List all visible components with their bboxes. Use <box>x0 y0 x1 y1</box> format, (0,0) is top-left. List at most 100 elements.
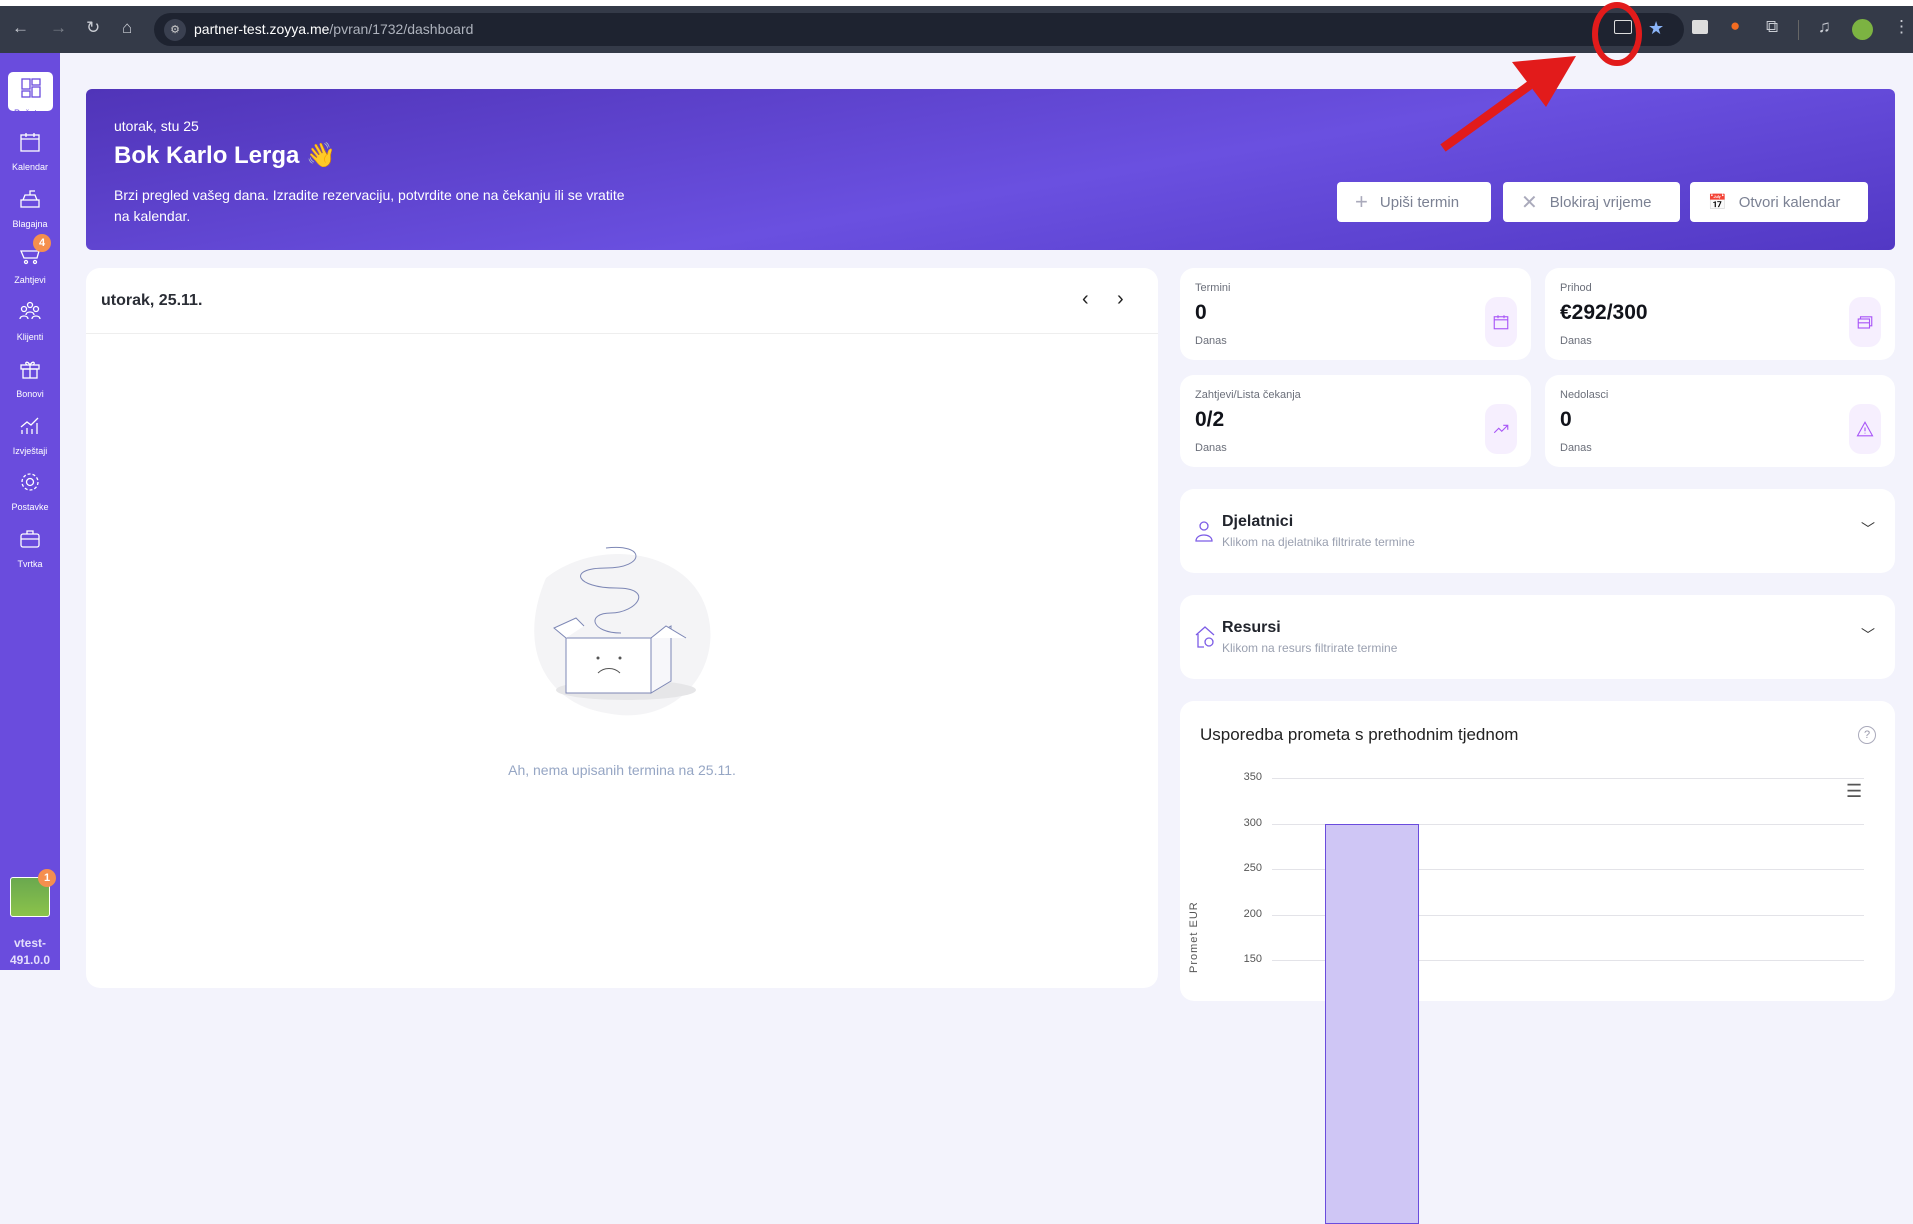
day-schedule-card: utorak, 25.11. ‹ › Ah, nema upisanih ter… <box>86 268 1158 988</box>
site-settings-icon[interactable]: ⚙ <box>164 19 186 41</box>
chart-plot: 150 200 250 300 350 <box>1180 701 1895 1224</box>
sidebar-item-izvjestaji[interactable]: Izvještaji <box>0 414 60 456</box>
stat-subtitle: Danas <box>1560 442 1592 454</box>
hero-description: Brzi pregled vašeg dana. Izradite rezerv… <box>114 185 625 227</box>
hero-date: utorak, stu 25 <box>114 118 199 134</box>
greeting-text: Bok Karlo Lerga <box>114 142 300 169</box>
stat-title: Nedolasci <box>1560 389 1609 401</box>
extensions-puzzle-icon[interactable]: ⧉ <box>1766 17 1778 37</box>
settings-icon <box>21 473 39 491</box>
sidebar-item-label: Izvještaji <box>12 446 48 456</box>
stat-card-prihod: Prihod €292/300 Danas <box>1545 268 1895 360</box>
url-text[interactable]: partner-test.zoyya.me/pvran/1732/dashboa… <box>194 21 473 37</box>
version-line: 491.0.0 <box>9 953 51 967</box>
calendar-icon <box>1485 297 1517 347</box>
stat-card-zahtjevi: Zahtjevi/Lista čekanja 0/2 Danas <box>1180 375 1531 467</box>
revenue-chart-card: Usporedba prometa s prethodnim tjednom ?… <box>1180 701 1895 1224</box>
home-icon[interactable]: ⌂ <box>122 18 132 38</box>
bookmark-star-icon[interactable]: ★ <box>1648 18 1664 39</box>
profile-avatar[interactable] <box>1852 19 1873 40</box>
sidebar-item-label: Klijenti <box>16 332 44 342</box>
sidebar-item-tvrtka[interactable]: Tvrtka <box>0 527 60 569</box>
cash-register-icon <box>20 190 40 208</box>
add-appointment-button[interactable]: + Upiši termin <box>1337 182 1491 222</box>
stat-value: €292/300 <box>1560 301 1648 324</box>
stat-subtitle: Danas <box>1195 442 1227 454</box>
stat-value: 0 <box>1195 301 1207 324</box>
sidebar-item-label: Bonovi <box>16 389 44 399</box>
empty-box-illustration <box>534 546 711 716</box>
version-label: vtest- 491.0.0 <box>0 935 60 969</box>
stat-title: Prihod <box>1560 282 1592 294</box>
plus-icon: + <box>1355 189 1368 214</box>
panel-subtitle: Klikom na djelatnika filtrirate termine <box>1222 535 1415 549</box>
trend-up-icon <box>1485 404 1517 454</box>
button-label: Blokiraj vrijeme <box>1549 193 1652 211</box>
avatar-badge: 1 <box>38 869 56 887</box>
welcome-banner: utorak, stu 25 Bok Karlo Lerga 👋 Brzi pr… <box>86 89 1895 250</box>
hero-greeting: Bok Karlo Lerga 👋 <box>114 141 336 170</box>
media-control-icon[interactable]: ♫ <box>1818 17 1831 37</box>
y-tick-label: 250 <box>1243 862 1262 874</box>
back-icon[interactable]: ← <box>12 18 29 38</box>
chevron-down-icon[interactable]: ﹀ <box>1861 519 1875 539</box>
menu-dots-icon[interactable]: ⋮ <box>1893 17 1910 37</box>
notification-badge: 4 <box>33 234 51 252</box>
stat-title: Termini <box>1195 282 1231 294</box>
calendar-icon: 📅 <box>1708 194 1727 211</box>
forward-icon[interactable]: → <box>50 18 67 38</box>
reports-icon <box>20 417 39 434</box>
sidebar-item-blagajna[interactable]: Blagajna <box>0 187 60 229</box>
sidebar-item-pocetna[interactable]: Početna <box>8 72 53 118</box>
url-host: partner-test.zoyya.me <box>194 21 330 37</box>
sidebar-item-klijenti[interactable]: Klijenti <box>0 300 60 342</box>
resource-house-icon <box>1195 626 1215 648</box>
staff-panel[interactable]: Djelatnici Klikom na djelatnika filtrirat… <box>1180 489 1895 573</box>
warning-icon <box>1849 404 1881 454</box>
cash-icon <box>1849 297 1881 347</box>
prev-day-button[interactable]: ‹ <box>1082 288 1089 311</box>
extension-icon[interactable]: ● <box>1730 16 1740 36</box>
y-tick-label: 200 <box>1243 907 1262 920</box>
user-icon <box>1195 521 1213 542</box>
stat-subtitle: Danas <box>1195 335 1227 347</box>
version-line: vtest- <box>13 936 46 950</box>
sidebar-item-label: Postavke <box>11 502 49 512</box>
url-path: /pvran/1732/dashboard <box>329 21 474 37</box>
reload-icon[interactable]: ↻ <box>86 18 100 38</box>
tab-search-icon[interactable] <box>1692 20 1708 34</box>
stat-title: Zahtjevi/Lista čekanja <box>1195 389 1301 401</box>
address-bar[interactable]: ⚙ partner-test.zoyya.me/pvran/1732/dashb… <box>154 13 1684 46</box>
chevron-down-icon[interactable]: ﹀ <box>1861 625 1875 645</box>
briefcase-icon <box>20 530 40 548</box>
bar[interactable] <box>1325 823 1419 1224</box>
gift-icon <box>20 361 40 379</box>
block-time-button[interactable]: ✕ Blokiraj vrijeme <box>1503 182 1680 222</box>
browser-toolbar: ← → ↻ ⌂ ⚙ partner-test.zoyya.me/pvran/17… <box>0 6 1913 53</box>
stat-subtitle: Danas <box>1560 335 1592 347</box>
divider <box>86 333 1158 334</box>
install-app-icon[interactable] <box>1614 20 1632 34</box>
sidebar-item-zahtjevi[interactable]: Zahtjevi 4 <box>0 234 60 285</box>
y-tick-label: 300 <box>1243 816 1262 829</box>
day-title: utorak, 25.11. <box>101 292 203 309</box>
open-calendar-button[interactable]: 📅 Otvori kalendar <box>1690 182 1868 222</box>
empty-state-text: Ah, nema upisanih termina na 25.11. <box>508 762 736 778</box>
next-day-button[interactable]: › <box>1117 288 1124 311</box>
sidebar-item-label: Kalendar <box>11 162 49 172</box>
sidebar-item-bonovi[interactable]: Bonovi <box>0 357 60 399</box>
button-label: Upiši termin <box>1379 193 1460 211</box>
sidebar-item-label: Zahtjevi <box>14 275 46 285</box>
gridline <box>1272 778 1864 779</box>
button-label: Otvori kalendar <box>1738 193 1841 211</box>
stat-value: 0/2 <box>1195 408 1225 431</box>
resources-panel[interactable]: Resursi Klikom na resurs filtrirate termi… <box>1180 595 1895 679</box>
sidebar-item-kalendar[interactable]: Kalendar <box>0 130 60 172</box>
y-tick-label: 350 <box>1243 771 1262 783</box>
sidebar-item-postavke[interactable]: Postavke <box>0 470 60 512</box>
stat-card-nedolasci: Nedolasci 0 Danas <box>1545 375 1895 467</box>
sidebar-item-label: Tvrtka <box>17 559 43 569</box>
toolbar-divider <box>1798 20 1799 40</box>
x-icon: ✕ <box>1521 191 1538 214</box>
stat-card-termini: Termini 0 Danas <box>1180 268 1531 360</box>
